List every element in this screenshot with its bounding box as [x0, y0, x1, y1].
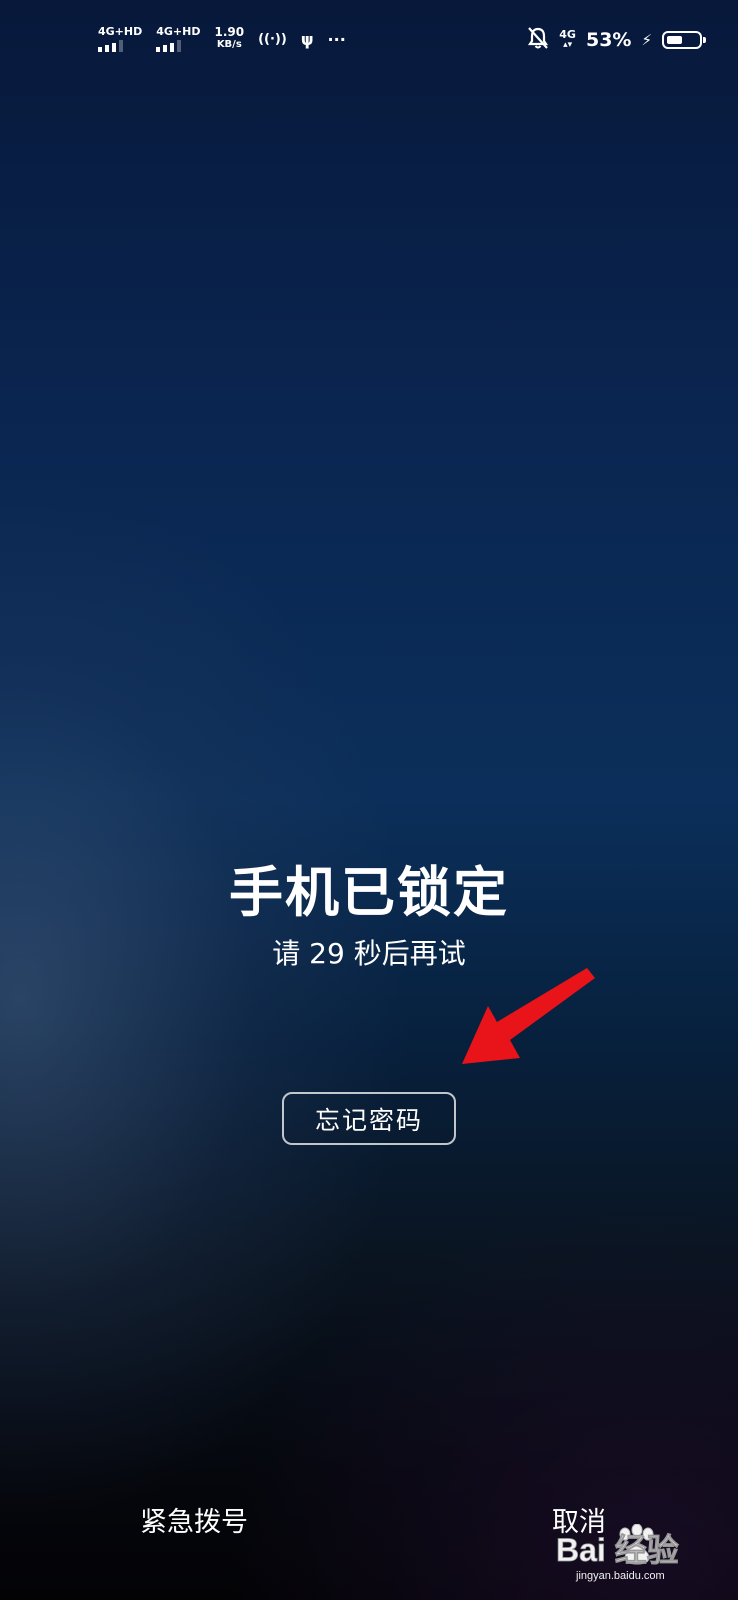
sim2-signal: 4G+HD: [156, 25, 201, 52]
speed-value: 1.90: [214, 25, 245, 39]
status-bar: 4G+HD 4G+HD 1.90 KB/s ((·)) ψ ··· 4G ▴▾ …: [0, 0, 738, 80]
more-icon: ···: [327, 30, 346, 49]
data-arrows-icon: ▴▾: [563, 40, 573, 50]
data-label: 4G: [559, 28, 576, 41]
charging-icon: ⚡: [641, 31, 652, 49]
annotation-arrow-icon: [462, 968, 595, 1064]
watermark-text: Bai 经验: [556, 1532, 679, 1568]
mobile-data-indicator: 4G ▴▾: [559, 29, 576, 51]
retry-countdown: 请 29 秒后再试: [272, 937, 466, 970]
speed-unit: KB/s: [216, 39, 242, 50]
usb-icon: ψ: [300, 30, 314, 49]
battery-percent: 53%: [585, 29, 632, 51]
hotspot-icon: ((·)): [258, 32, 287, 47]
arrow-shape: [462, 968, 595, 1064]
network-speed: 1.90 KB/s: [214, 25, 245, 51]
battery-icon: [662, 31, 706, 49]
bell-off-icon: [527, 26, 549, 54]
status-bar-right: 4G ▴▾ 53% ⚡: [527, 26, 706, 54]
watermark-url: jingyan.baidu.com: [575, 1570, 665, 1582]
sim1-bars-icon: [98, 40, 123, 52]
sim1-signal: 4G+HD: [98, 26, 142, 52]
sim2-bars-icon: [156, 40, 182, 52]
forgot-password-button[interactable]: 忘记密码: [282, 1092, 456, 1145]
lock-title: 手机已锁定: [229, 861, 509, 924]
baidu-jingyan-watermark: Bai 经验 jingyan.baidu.com: [556, 1523, 726, 1582]
status-bar-left: 4G+HD 4G+HD 1.90 KB/s ((·)) ψ ···: [98, 26, 346, 54]
emergency-call-button[interactable]: 紧急拨号: [140, 1500, 248, 1539]
sim1-label: 4G+HD: [98, 25, 143, 38]
battery-fill: [667, 36, 682, 44]
sim2-label: 4G+HD: [156, 25, 201, 38]
